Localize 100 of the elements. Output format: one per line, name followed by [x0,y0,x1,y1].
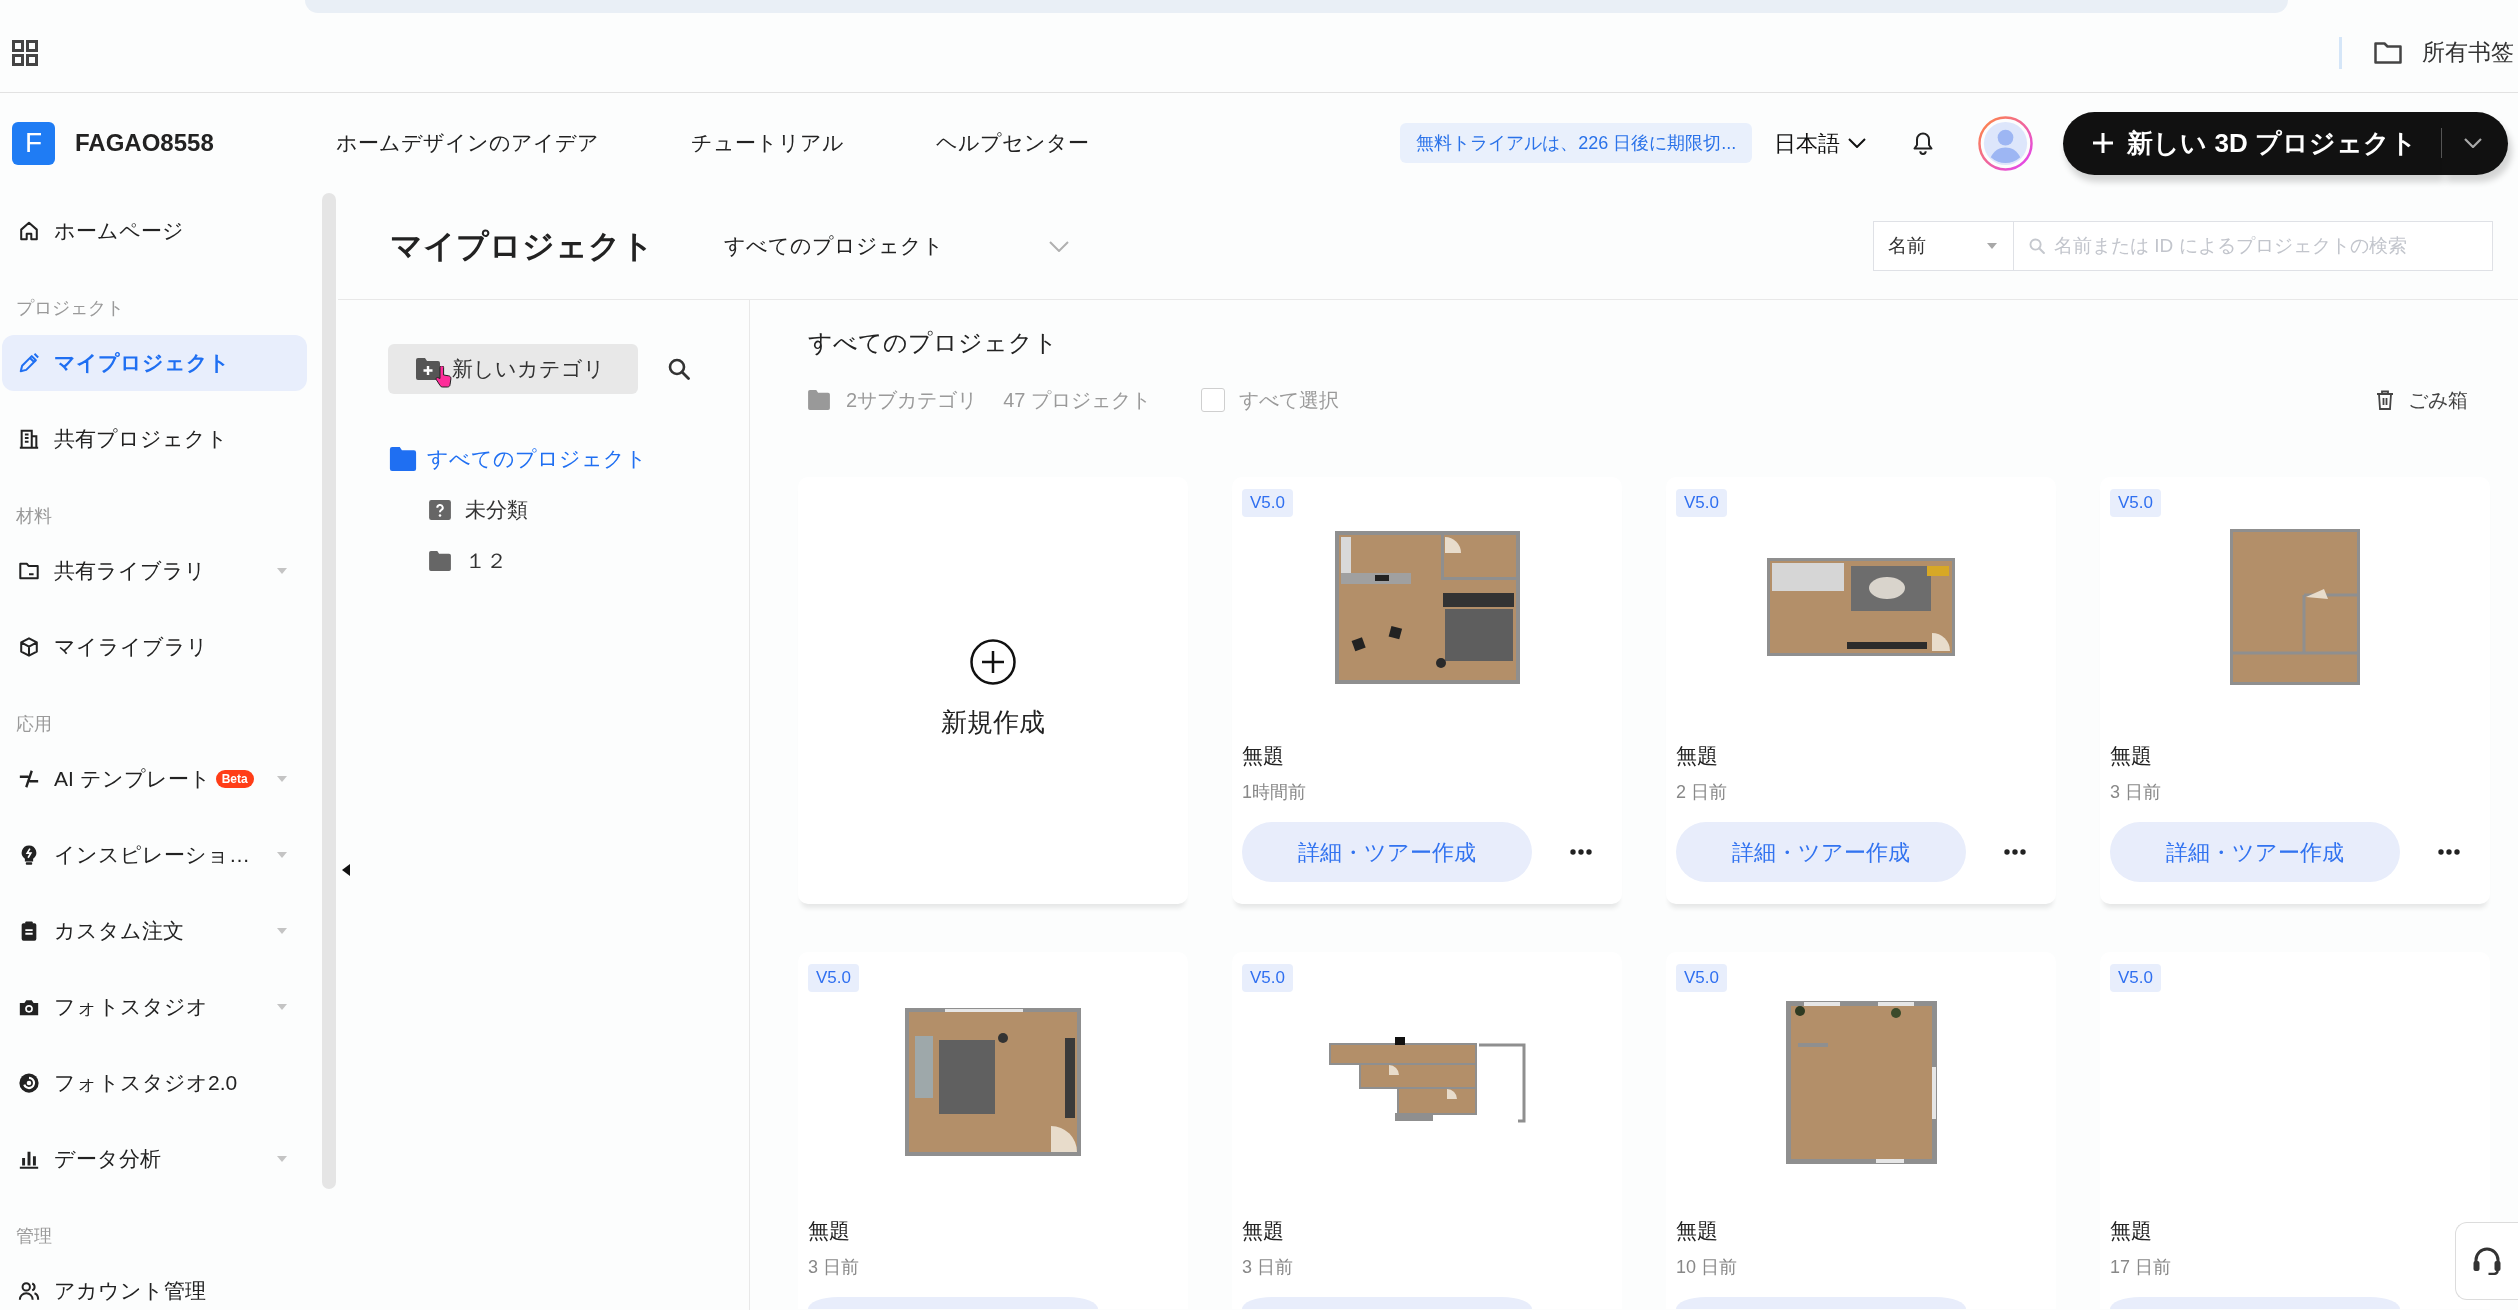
category-item[interactable]: すべてのプロジェクト [388,439,749,479]
folder-icon [2374,41,2402,64]
floor-plan-drawing[interactable] [1767,558,1955,656]
question-folder-icon [428,500,452,520]
folder-icon [428,551,452,571]
dropdown-toggle[interactable] [2442,111,2508,175]
details-tour-button[interactable]: 詳細・ツアー作成 [2110,822,2400,882]
language-dropdown[interactable]: 日本語 [1774,126,1867,160]
sidebar-item[interactable]: インスピレーショ… [2,827,307,883]
details-tour-button[interactable]: 詳細・ツアー作成 [1242,822,1532,882]
sidebar-item[interactable]: 共有プロジェクト [2,411,307,467]
sidebar-item[interactable]: アカウント管理 [2,1263,307,1310]
caret-down-icon[interactable] [277,776,287,782]
caret-down-icon [1987,243,1997,249]
sidebar-item[interactable]: フォトスタジオ2.0 [2,1055,307,1111]
project-time: 3 日前 [1242,1256,1294,1279]
apps-grid-icon[interactable] [12,39,38,66]
users-icon [18,1280,40,1302]
project-name: 無題 [2110,1218,2153,1244]
building-icon [18,428,40,450]
more-icon[interactable] [1570,849,1592,855]
section-label: 管理 [15,1225,53,1248]
chevron-down-icon [1848,138,1867,148]
section-label: プロジェクト [15,297,125,320]
version-badge: V5.0 [1242,489,1293,517]
search-icon[interactable] [668,358,690,380]
version-badge: V5.0 [1676,964,1727,992]
pen-icon [18,352,40,374]
more-icon[interactable] [2438,849,2460,855]
caret-down-icon[interactable] [277,928,287,934]
trash-icon [2376,390,2394,410]
section-title: すべてのプロジェクト [808,328,1059,358]
new-project-card[interactable]: 新規作成 [798,477,1188,904]
project-name: 無題 [808,1218,851,1244]
filter-dropdown[interactable]: すべてのプロジェクト [724,230,1069,262]
sidebar-item[interactable]: 共有ライブラリ [2,543,307,599]
help-button[interactable] [2455,1222,2518,1300]
project-time: 1時間前 [1242,781,1307,804]
sidebar-item[interactable]: データ分析 [2,1131,307,1187]
version-badge: V5.0 [808,964,859,992]
bell-icon[interactable] [1913,131,1934,155]
headset-icon [2472,1247,2502,1275]
beta-badge: Beta [215,770,254,788]
nav-link[interactable]: ホームデザインのアイデア [335,127,599,159]
cube-icon [18,636,40,658]
sidebar-item[interactable]: カスタム注文 [2,903,307,959]
project-name: 無題 [1242,743,1285,769]
project-name: 無題 [2110,743,2153,769]
sidebar-item[interactable]: マイライブラリ [2,619,307,675]
details-tour-button[interactable]: 詳細・ツアー作成 [1676,822,1966,882]
project-name: 無題 [1676,1218,1719,1244]
sort-select[interactable]: 名前 [1873,221,2013,271]
more-icon[interactable] [2004,849,2026,855]
search-field[interactable]: 名前または ID によるプロジェクトの検索 [2013,221,2493,271]
checkbox[interactable] [1200,388,1225,412]
folder-icon [808,390,830,410]
new-category-button[interactable]: 新しいカテゴリ [388,344,638,394]
nav-link[interactable]: チュートリアル [690,127,844,159]
avatar[interactable] [1978,115,2034,171]
sidebar-item[interactable]: フォトスタジオ [2,979,307,1035]
caret-down-icon[interactable] [277,852,287,858]
folder-icon [388,447,418,471]
chevron-down-icon [1049,240,1069,252]
category-item[interactable]: １２ [388,541,749,581]
project-count: 47 プロジェクト [1003,388,1151,413]
trial-notice[interactable]: 無料トライアルは、226 日後に期限切... [1400,123,1753,163]
pointer-cursor-icon [435,366,452,388]
logo[interactable]: F [12,121,55,165]
collapse-icon[interactable] [342,864,350,876]
plus-icon [2093,133,2114,153]
version-badge: V5.0 [1242,964,1293,992]
sidebar-item[interactable]: AI テンプレート Beta [2,751,307,807]
project-name: 無題 [1242,1218,1285,1244]
page-title: マイプロジェクト [390,226,654,266]
category-item[interactable]: 未分類 [388,490,749,530]
version-badge: V5.0 [1676,489,1727,517]
subcategory-count: 2サブカテゴリ [846,388,978,413]
bookmarks-folder[interactable]: 所有书签 [2374,35,2514,70]
trash-button[interactable]: ごみ箱 [2376,385,2468,415]
floor-plan-drawing[interactable] [905,1008,1081,1156]
folder-icon [18,560,40,582]
bolt-icon [18,768,40,790]
sidebar-item[interactable]: マイプロジェクト [2,335,307,391]
floor-plan-drawing[interactable] [1334,530,1520,684]
account-name[interactable]: FAGAO8558 [75,125,214,161]
search-icon [2029,238,2045,254]
home-icon [18,220,40,242]
new-project-button[interactable]: 新しい 3D プロジェクト [2063,111,2442,175]
section-label: 応用 [15,713,53,736]
caret-down-icon[interactable] [277,568,287,574]
caret-down-icon[interactable] [277,1156,287,1162]
folder-plus-icon [416,358,440,380]
scrollbar[interactable] [322,193,336,1189]
chevron-down-icon [2464,138,2482,148]
nav-link[interactable]: ヘルプセンター [935,127,1089,159]
sidebar-item[interactable]: ホームページ [2,203,307,259]
project-time: 10 日前 [1676,1256,1739,1279]
project-time: 3 日前 [808,1256,860,1279]
caret-down-icon[interactable] [277,1004,287,1010]
project-name: 無題 [1676,743,1719,769]
